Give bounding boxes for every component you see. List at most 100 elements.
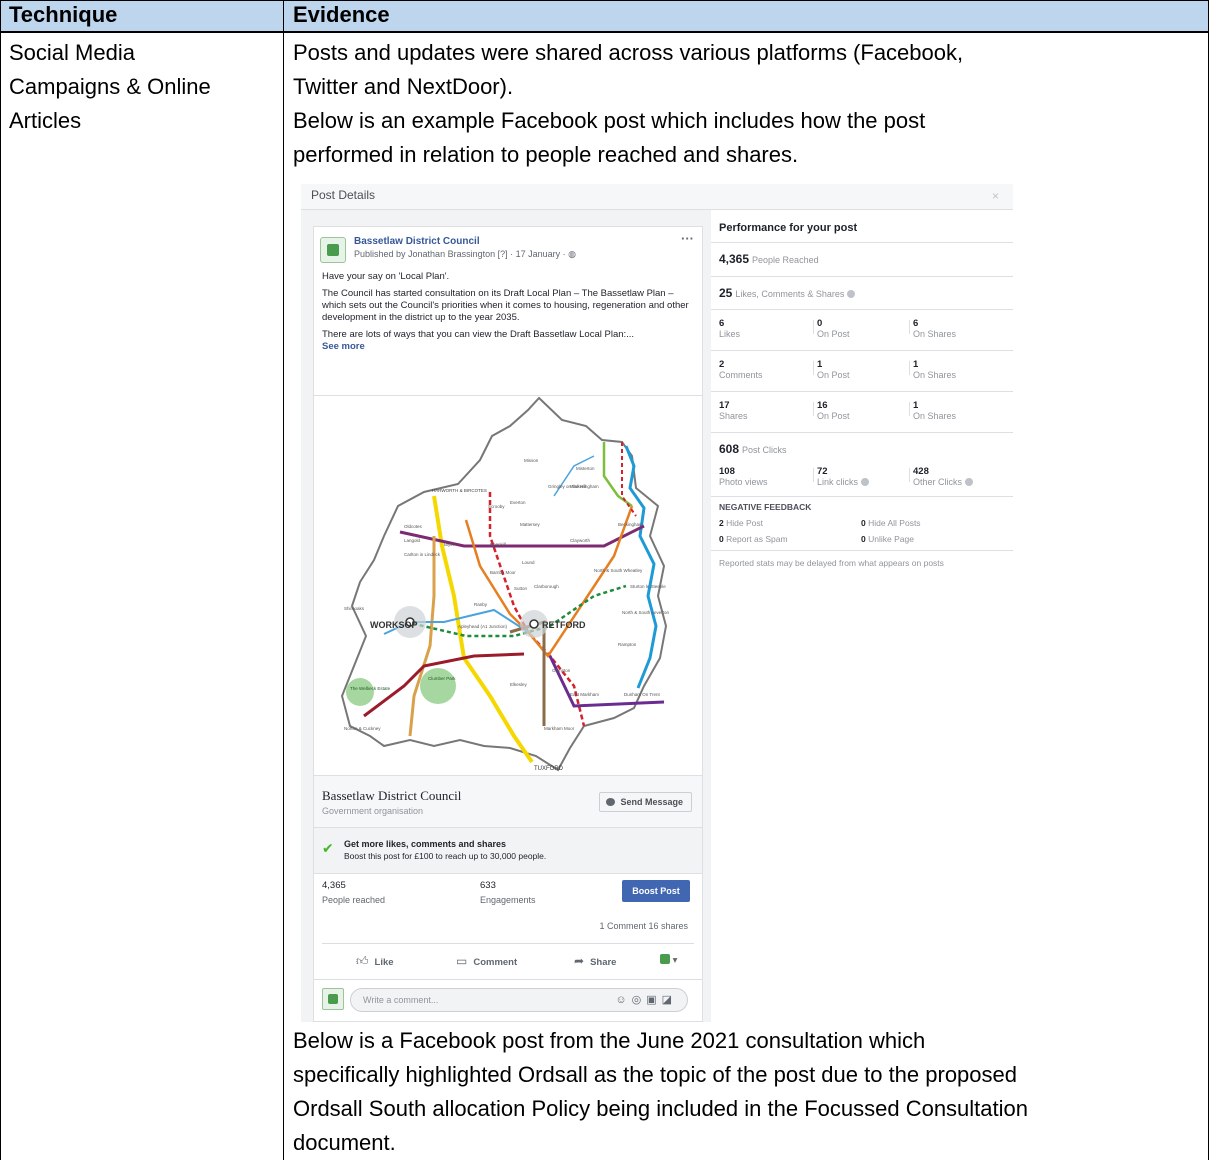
sticker-icon[interactable]: ◪ (662, 994, 677, 1006)
hide-all-value: 0 (861, 518, 866, 528)
boost-post-button[interactable]: Boost Post (622, 880, 690, 902)
retford-station (529, 619, 539, 629)
map-label-dunham: Dunham On Trent (624, 692, 661, 697)
more-options-icon[interactable]: ··· (681, 231, 694, 246)
district-outline (340, 396, 668, 772)
people-reached-value: 4,365 (322, 880, 346, 891)
comment-button[interactable]: ▭ Comment (456, 954, 517, 968)
photo-views-label: Photo views (719, 477, 768, 487)
map-label-east-markham: East Markham (570, 692, 599, 697)
link-clicks-label: Link clicks (817, 477, 859, 487)
map-label-misson: Misson (524, 458, 539, 463)
comment-placeholder: Write a comment... (363, 995, 439, 1005)
post-action-bar: 👍︎ Like ▭ Comment ➦ Share ▾ (322, 943, 694, 975)
shares-on-shares-value: 1 (913, 400, 919, 411)
hide-all-posts-stat: 0 Hide All Posts (861, 518, 921, 528)
map-label-beckingham: Beckingham (618, 522, 643, 527)
engagements-label: Engagements (480, 895, 536, 905)
map-label-sturton: Sturton le Steeple (630, 584, 666, 589)
map-label-retford: RETFORD (542, 620, 586, 630)
info-icon[interactable] (861, 478, 870, 486)
separator (711, 309, 1013, 310)
map-label-shireoaks: Shireoaks (344, 606, 365, 611)
published-text: Published by Jonathan Brassington [?] · … (354, 249, 569, 259)
map-label-misterton: Misterton (576, 466, 595, 471)
comment-icon: ▭ (456, 954, 468, 968)
map-label-tuxford: TUXFORD (534, 766, 564, 772)
people-reached-stat: 4,365 People Reached (719, 252, 819, 266)
cell-divider (813, 402, 814, 416)
send-message-button[interactable]: Send Message (599, 792, 692, 812)
likes-on-shares-label: On Shares (913, 329, 957, 339)
share-label: Share (590, 957, 617, 968)
gif-icon[interactable]: ▣ (646, 994, 661, 1006)
performance-panel: Performance for your post 4,365 People Re… (711, 210, 1013, 1022)
map-label-clayworth: Clayworth (570, 538, 591, 543)
map-label-gamston: Gamston (552, 668, 571, 673)
evidence-line: specifically highlighted Ordsall as the … (293, 1062, 1018, 1087)
map-label-oldcotes: Oldcotes (404, 524, 423, 529)
likes-label: Likes (719, 329, 741, 339)
evidence-line: performed in relation to people reached … (293, 142, 799, 167)
map-label-blyth: Blyth (444, 542, 455, 547)
comments-on-post-value: 1 (817, 359, 823, 370)
other-clicks-label-wrap: Other Clicks (913, 477, 974, 487)
map-label-sutton: Sutton (514, 586, 528, 591)
page-avatar[interactable] (320, 237, 346, 263)
camera-icon[interactable]: ◎ (632, 994, 647, 1006)
likes-value: 6 (719, 318, 725, 329)
map-label-harworth: HARWORTH & BIRCOTES (432, 488, 487, 493)
technique-line: Articles (9, 108, 82, 133)
likes-on-shares-value: 6 (913, 318, 919, 329)
map-label-welbeck: The Welbeck Estate (350, 686, 391, 691)
like-button[interactable]: 👍︎ Like (356, 954, 394, 969)
page-name-link[interactable]: Bassetlaw District Council (354, 236, 480, 247)
map-label-langold: Langold (404, 538, 421, 543)
red-dashed-route (488, 492, 586, 727)
map-label-ranskill: Ranskill (490, 542, 506, 547)
header-technique: Technique (9, 2, 118, 27)
photo-views-value: 108 (719, 466, 735, 477)
likes-on-post-label: On Post (817, 329, 850, 339)
separator (711, 432, 1013, 433)
comments-on-shares-value: 1 (913, 359, 919, 370)
post-clicks-number: 608 (719, 442, 740, 456)
comment-input[interactable]: Write a comment... ☺◎▣◪ (350, 988, 688, 1012)
likes-cell: 6 Likes (719, 318, 740, 339)
separator (711, 496, 1013, 497)
share-button[interactable]: ➦ Share (574, 954, 616, 968)
emoji-icon[interactable]: ☺ (615, 994, 631, 1006)
evidence-followup: Below is a Facebook post from the June 2… (293, 1024, 1203, 1160)
table-header-row (0, 0, 1209, 32)
evidence-line: document. (293, 1130, 396, 1155)
hide-post-stat: 2 Hide Post (719, 518, 763, 528)
separator (711, 350, 1013, 351)
chevron-down-icon: ▾ (672, 955, 678, 966)
hide-all-label: Hide All Posts (868, 518, 921, 528)
comment-label: Comment (473, 957, 518, 968)
evidence-line: Below is an example Facebook post which … (293, 108, 926, 133)
see-more-link[interactable]: See more (322, 341, 365, 352)
map-label-elkesley: Elkesley (510, 682, 528, 687)
post-as-selector[interactable]: ▾ (660, 954, 677, 966)
comments-shares-count[interactable]: 1 Comment 16 shares (599, 921, 688, 931)
shares-on-post-label: On Post (817, 411, 850, 421)
like-label: Like (374, 957, 394, 968)
cell-divider (909, 361, 910, 375)
info-icon[interactable] (965, 478, 974, 486)
map-label-mattersey: Mattersey (520, 522, 541, 527)
close-icon[interactable]: × (992, 189, 999, 203)
post-details-header: Post Details × (301, 184, 1013, 210)
info-icon[interactable] (847, 290, 856, 298)
shares-cell: 17 Shares (719, 400, 748, 421)
post-image-map[interactable]: WORKSOP RETFORD TUXFORD HARWORTH & BIRCO… (314, 395, 702, 775)
link-clicks-cell: 72 Link clicks (817, 466, 870, 487)
likes-on-shares-cell: 6 On Shares (913, 318, 956, 339)
cell-divider (909, 320, 910, 334)
footer-page-name[interactable]: Bassetlaw District Council (322, 788, 461, 804)
shares-on-post-cell: 16 On Post (817, 400, 850, 421)
cell-divider (909, 468, 910, 482)
map-label-ranby: Ranby (474, 602, 488, 607)
map-label-worksop: WORKSOP (370, 620, 418, 630)
comments-on-post-label: On Post (817, 370, 850, 380)
